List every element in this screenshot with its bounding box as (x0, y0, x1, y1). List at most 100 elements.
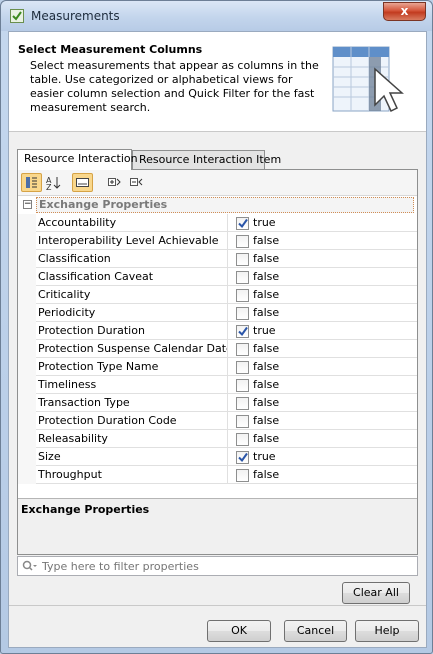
property-value: false (253, 414, 280, 427)
property-value: false (253, 468, 280, 481)
property-value: false (253, 306, 280, 319)
property-name: Releasability (36, 430, 228, 448)
property-checkbox[interactable] (236, 433, 249, 446)
expand-all-button[interactable] (104, 173, 125, 192)
categorized-view-button[interactable] (21, 173, 42, 192)
property-row[interactable]: Periodicity false (36, 304, 417, 322)
property-name: Protection Duration Code (36, 412, 228, 430)
close-button[interactable]: x (383, 2, 426, 21)
property-name: Timeliness (36, 376, 228, 394)
property-checkbox[interactable] (236, 379, 249, 392)
property-checkbox[interactable] (236, 253, 249, 266)
window-title: Measurements (31, 9, 120, 23)
property-name: Accountability (36, 214, 228, 232)
properties-grid: − Exchange Properties Accountability true… (18, 195, 417, 490)
property-row[interactable]: Transaction Type false (36, 394, 417, 412)
header-description: Select measurements that appear as colum… (30, 59, 319, 114)
property-value: true (253, 324, 276, 337)
property-checkbox[interactable] (236, 307, 249, 320)
measurements-dialog: Measurements x Select Measurement Column… (0, 0, 433, 654)
property-checkbox[interactable] (236, 343, 249, 356)
property-name: Transaction Type (36, 394, 228, 412)
grid-gutter (18, 214, 36, 484)
property-value: false (253, 360, 280, 373)
show-description-icon (76, 178, 89, 187)
property-checkbox[interactable] (236, 361, 249, 374)
property-row[interactable]: Interoperability Level Achievable false (36, 232, 417, 250)
property-checkbox[interactable] (236, 469, 249, 482)
search-icon[interactable] (22, 560, 38, 572)
property-value: false (253, 378, 280, 391)
dialog-content: Select Measurement Columns Select measur… (8, 31, 427, 648)
property-checkbox[interactable] (236, 397, 249, 410)
collapse-all-icon (130, 178, 143, 186)
property-row[interactable]: Protection Suspense Calendar Date false (36, 340, 417, 358)
check-mark-icon (238, 452, 248, 463)
ok-button[interactable]: OK (207, 620, 271, 642)
property-name: Criticality (36, 286, 228, 304)
property-row[interactable]: Criticality false (36, 286, 417, 304)
help-button[interactable]: Help (355, 620, 419, 642)
expand-all-icon (108, 178, 121, 186)
group-row-exchange-properties[interactable]: − Exchange Properties (18, 197, 417, 213)
tab-label: Resource Interaction (24, 152, 138, 165)
quick-filter (17, 556, 418, 576)
tab-panel: A Z − Exchange Properties Accountability… (17, 169, 418, 555)
property-row[interactable]: Protection Duration Code false (36, 412, 417, 430)
property-checkbox[interactable] (236, 325, 249, 338)
property-value: false (253, 432, 280, 445)
show-description-button[interactable] (72, 173, 93, 192)
svg-text:Z: Z (46, 183, 52, 190)
property-checkbox[interactable] (236, 217, 249, 230)
sort-alphabetical-button[interactable]: A Z (43, 173, 64, 192)
property-row[interactable]: Throughput false (36, 466, 417, 484)
tab-resource-interaction-item[interactable]: Resource Interaction Item (132, 150, 281, 170)
property-row[interactable]: Size true (36, 448, 417, 466)
header-title: Select Measurement Columns (18, 43, 203, 56)
property-checkbox[interactable] (236, 289, 249, 302)
check-mark-icon (238, 218, 248, 229)
property-row[interactable]: Accountability true (36, 214, 417, 232)
property-row[interactable]: Classification false (36, 250, 417, 268)
tab-resource-interaction[interactable]: Resource Interaction (17, 149, 138, 170)
title-bar[interactable]: Measurements x (1, 1, 432, 31)
property-name: Size (36, 448, 228, 466)
property-value: false (253, 234, 280, 247)
property-checkbox[interactable] (236, 451, 249, 464)
categorized-view-icon (26, 177, 37, 188)
collapse-toggle-icon[interactable]: − (23, 200, 32, 209)
property-row[interactable]: Protection Duration true (36, 322, 417, 340)
property-checkbox[interactable] (236, 271, 249, 284)
group-label: Exchange Properties (36, 197, 414, 213)
property-checkbox[interactable] (236, 235, 249, 248)
sort-alphabetical-icon: A Z (46, 176, 61, 190)
properties-toolbar: A Z (18, 170, 417, 195)
property-name: Protection Duration (36, 322, 228, 340)
property-value: false (253, 252, 280, 265)
property-value: true (253, 216, 276, 229)
property-name: Classification (36, 250, 228, 268)
property-row[interactable]: Releasability false (36, 430, 417, 448)
filter-input[interactable] (42, 558, 414, 574)
property-value: false (253, 396, 280, 409)
property-name: Interoperability Level Achievable (36, 232, 228, 250)
separator (9, 605, 426, 606)
close-icon: x (400, 4, 409, 18)
property-row[interactable]: Classification Caveat false (36, 268, 417, 286)
check-mark-icon (238, 326, 248, 337)
app-icon (10, 9, 24, 23)
tab-label: Resource Interaction Item (139, 153, 282, 166)
description-panel: Exchange Properties (18, 498, 417, 554)
property-value: false (253, 342, 280, 355)
property-name: Protection Suspense Calendar Date (36, 340, 228, 358)
property-row[interactable]: Protection Type Name false (36, 358, 417, 376)
collapse-all-button[interactable] (126, 173, 147, 192)
property-value: false (253, 288, 280, 301)
property-row[interactable]: Timeliness false (36, 376, 417, 394)
cancel-button[interactable]: Cancel (284, 620, 347, 642)
property-name: Throughput (36, 466, 228, 484)
property-checkbox[interactable] (236, 415, 249, 428)
property-name: Protection Type Name (36, 358, 228, 376)
header-panel: Select Measurement Columns Select measur… (9, 32, 426, 132)
clear-all-button[interactable]: Clear All (342, 582, 410, 604)
